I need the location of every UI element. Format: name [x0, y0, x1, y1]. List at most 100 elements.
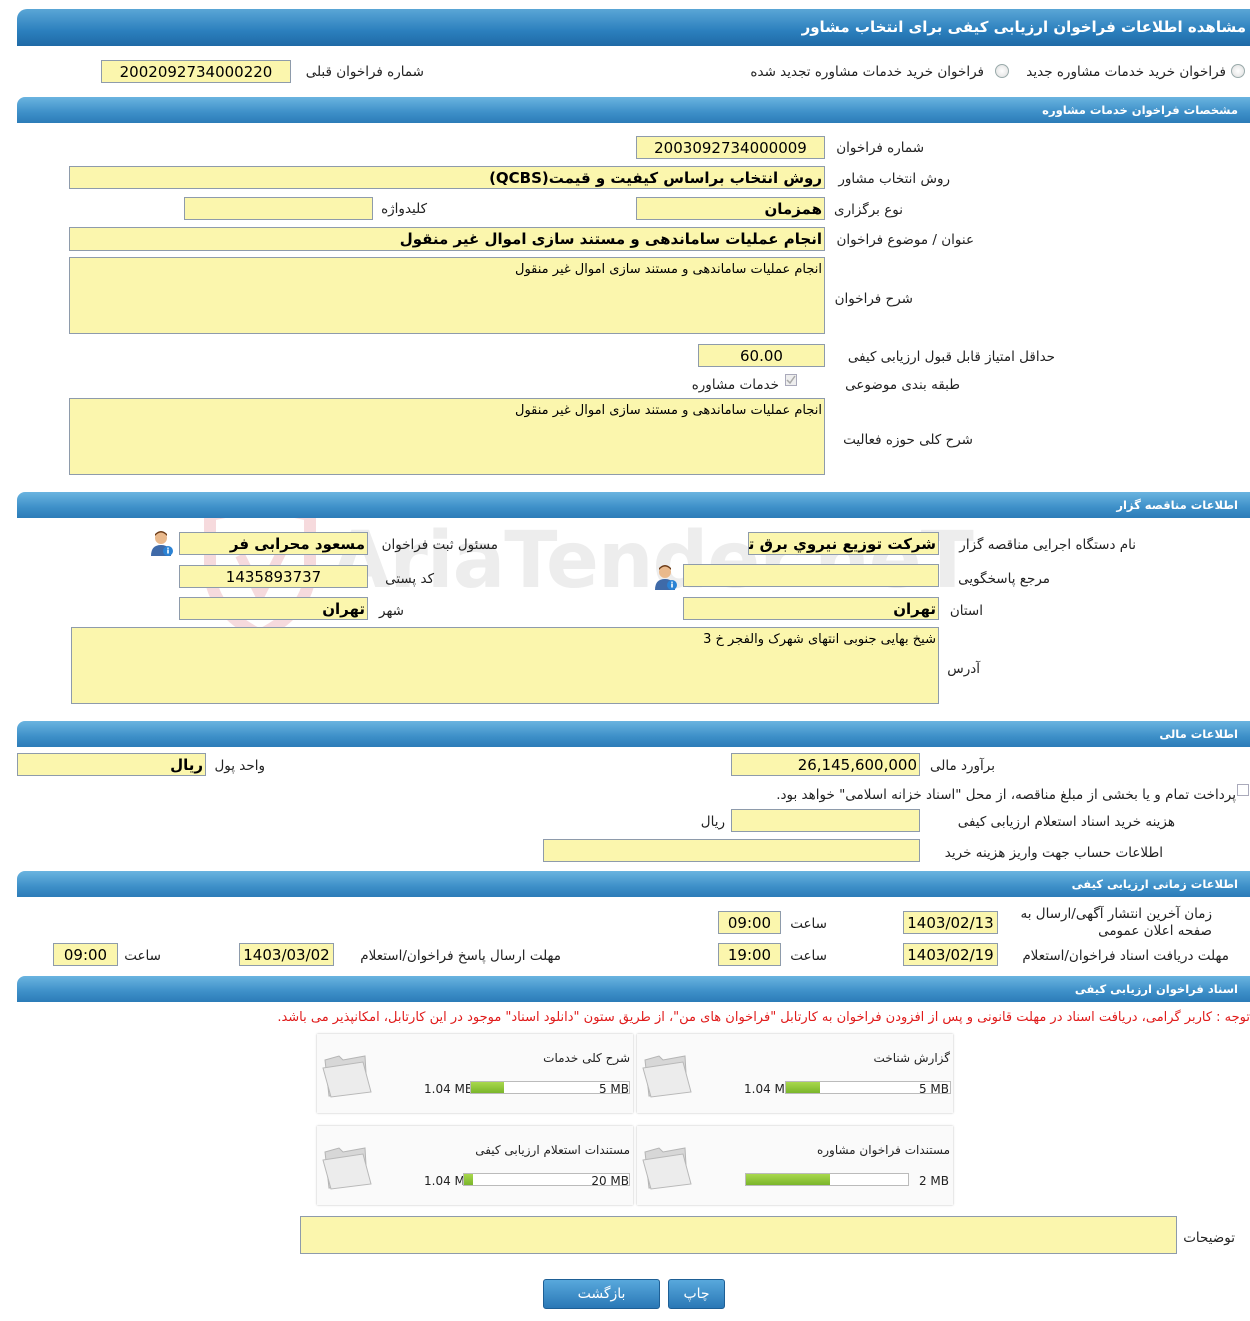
print-button[interactable]: چاپ — [668, 1279, 725, 1309]
treasury-checkbox[interactable] — [1237, 784, 1249, 796]
reference-user-icon[interactable] — [654, 565, 678, 591]
publish-time-label: ساعت — [790, 916, 827, 932]
notes-area[interactable] — [300, 1216, 1177, 1254]
radio-renewed-call[interactable] — [995, 64, 1009, 78]
folder-icon — [322, 1147, 372, 1190]
file-card[interactable]: مستندات فراخوان مشاوره1.04 MB2 MB — [637, 1126, 953, 1205]
file-name: گزارش شناخت — [873, 1051, 950, 1065]
subject-field[interactable]: انجام عملیات ساماندهی و مستند سازی اموال… — [69, 227, 825, 251]
user-info-icon[interactable] — [150, 531, 174, 557]
city-label: شهر — [379, 603, 404, 619]
radio-new-call[interactable] — [1231, 64, 1245, 78]
postal-code-label: کد پستی — [385, 571, 434, 587]
publish-label: زمان آخرین انتشار آگهی/ارسال به صفحه اعل… — [1020, 906, 1212, 939]
consultant-method-label: روش انتخاب مشاور — [838, 171, 950, 187]
file-card[interactable]: شرح کلی خدمات 1.04 MB 5 MB — [317, 1034, 633, 1113]
city-field[interactable]: تهران — [179, 597, 368, 620]
watermark-text: AriaTender.neT — [330, 516, 974, 606]
category-checkbox[interactable] — [785, 374, 797, 386]
file-name: مستندات استعلام ارزیابی کیفی — [475, 1143, 630, 1157]
scope-label: شرح کلی حوزه فعالیت — [843, 432, 973, 448]
file-total-size: 20 MB — [591, 1174, 629, 1188]
account-label: اطلاعات حساب جهت واریز هزینه خرید — [944, 845, 1163, 861]
currency-label: واحد پول — [214, 758, 265, 774]
doc-cost-field[interactable] — [731, 809, 920, 832]
reference-field[interactable] — [683, 564, 939, 587]
publish-date-field[interactable]: 1403/02/13 — [903, 911, 998, 934]
docs-notice: توجه : کاربر گرامی، دریافت اسناد در مهلت… — [277, 1010, 1250, 1025]
min-score-field[interactable]: 60.00 — [698, 344, 825, 367]
call-description-label: شرح فراخوان — [834, 291, 913, 307]
currency-field[interactable]: ریال — [17, 753, 206, 776]
file-used-size: 1.04 MB — [424, 1082, 474, 1096]
min-score-label: حداقل امتیاز قابل قبول ارزیابی کیفی — [847, 349, 1055, 365]
address-label: آدرس — [947, 661, 980, 677]
file-name: مستندات فراخوان مشاوره — [816, 1143, 950, 1157]
send-time-field[interactable]: 09:00 — [53, 943, 118, 966]
send-date-field[interactable]: 1403/03/02 — [239, 943, 334, 966]
postal-code-field[interactable]: 1435893737 — [179, 565, 368, 588]
keyword-field[interactable] — [184, 197, 373, 220]
section-header-spec: مشخصات فراخوان خدمات مشاوره — [17, 97, 1250, 123]
file-progress-bar — [745, 1173, 909, 1186]
file-card[interactable]: مستندات استعلام ارزیابی کیفی 1.04 MB 20 MB — [317, 1126, 633, 1205]
holding-type-label: نوع برگزاری — [834, 202, 903, 218]
radio-renewed-label: فراخوان خرید خدمات مشاوره تجدید شده — [750, 64, 984, 80]
doc-cost-label: هزینه خرید اسناد استعلام ارزیابی کیفی — [957, 814, 1175, 830]
org-name-label: نام دستگاه اجرایی مناقصه گزار — [959, 537, 1136, 553]
call-number-field[interactable]: 2003092734000009 — [636, 136, 825, 159]
file-total-size: 2 MB — [918, 1174, 949, 1188]
file-progress-fill — [471, 1082, 504, 1093]
consultant-method-field[interactable]: روش انتخاب براساس کیفیت و قیمت(QCBS) — [69, 166, 825, 189]
call-description-area[interactable]: انجام عملیات ساماندهی و مستند سازی اموال… — [69, 257, 825, 334]
receive-time-field[interactable]: 19:00 — [718, 943, 781, 966]
org-name-field[interactable]: شرکت توزیع نیروي برق تهران — [748, 532, 939, 555]
province-label: استان — [949, 603, 983, 619]
radio-new-label: فراخوان خرید خدمات مشاوره جدید — [1026, 64, 1226, 80]
file-progress-fill — [464, 1174, 473, 1185]
estimate-label: برآورد مالی — [929, 758, 995, 774]
send-label: مهلت ارسال پاسخ فراخوان/استعلام — [360, 948, 561, 964]
page-title: مشاهده اطلاعات فراخوان ارزیابی کیفی برای… — [801, 18, 1246, 36]
address-area[interactable]: شیخ بهایی جنوبی انتهای شهرک والفجر خ 3 — [71, 627, 939, 704]
back-button[interactable]: بازگشت — [543, 1279, 660, 1309]
section-title-org: اطلاعات مناقصه گزار — [1116, 498, 1238, 512]
file-progress-fill — [786, 1082, 821, 1093]
receive-date-field[interactable]: 1403/02/19 — [903, 943, 998, 966]
call-number-label: شماره فراخوان — [836, 140, 924, 156]
responsible-label: مسئول ثبت فراخوان — [381, 537, 498, 553]
folder-icon — [322, 1055, 372, 1098]
file-total-size: 5 MB — [598, 1082, 629, 1096]
file-name: شرح کلی خدمات — [543, 1051, 630, 1065]
publish-time-field[interactable]: 09:00 — [718, 911, 781, 934]
section-title-timing: اطلاعات زمانی ارزیابی کیفی — [1071, 877, 1238, 891]
category-label: طبقه بندی موضوعی — [845, 377, 960, 393]
prev-call-number-field[interactable]: 2002092734000220 — [101, 60, 291, 83]
folder-icon — [642, 1055, 692, 1098]
province-field[interactable]: تهران — [683, 597, 939, 620]
account-field[interactable] — [543, 839, 920, 862]
receive-label: مهلت دریافت اسناد فراخوان/استعلام — [1022, 948, 1229, 964]
folder-icon — [642, 1147, 692, 1190]
subject-label: عنوان / موضوع فراخوان — [836, 232, 974, 248]
responsible-field[interactable]: مسعود محرابی فر — [179, 532, 368, 555]
estimate-field[interactable]: 26,145,600,000 — [731, 753, 920, 776]
doc-cost-unit: ریال — [700, 814, 725, 830]
check-icon — [786, 375, 796, 385]
notes-label: توضیحات — [1183, 1230, 1235, 1246]
send-time-label: ساعت — [124, 948, 161, 964]
file-total-size: 5 MB — [918, 1082, 949, 1096]
section-title-docs: اسناد فراخوان ارزیابی کیفی — [1074, 982, 1238, 996]
reference-label: مرجع پاسخگویی — [958, 571, 1050, 587]
scope-area[interactable]: انجام عملیات ساماندهی و مستند سازی اموال… — [69, 398, 825, 475]
section-title-finance: اطلاعات مالی — [1159, 727, 1238, 741]
receive-time-label: ساعت — [790, 948, 827, 964]
section-header-docs: اسناد فراخوان ارزیابی کیفی — [17, 976, 1250, 1002]
prev-call-label: شماره فراخوان قبلی — [305, 64, 424, 80]
section-header-timing: اطلاعات زمانی ارزیابی کیفی — [17, 871, 1250, 897]
page-header: مشاهده اطلاعات فراخوان ارزیابی کیفی برای… — [17, 9, 1250, 46]
file-progress-fill — [746, 1174, 831, 1185]
keyword-label: کلیدواژه — [381, 201, 427, 217]
file-card[interactable]: گزارش شناخت 1.04 MB 5 MB — [637, 1034, 953, 1113]
holding-type-field[interactable]: همزمان — [636, 197, 825, 220]
